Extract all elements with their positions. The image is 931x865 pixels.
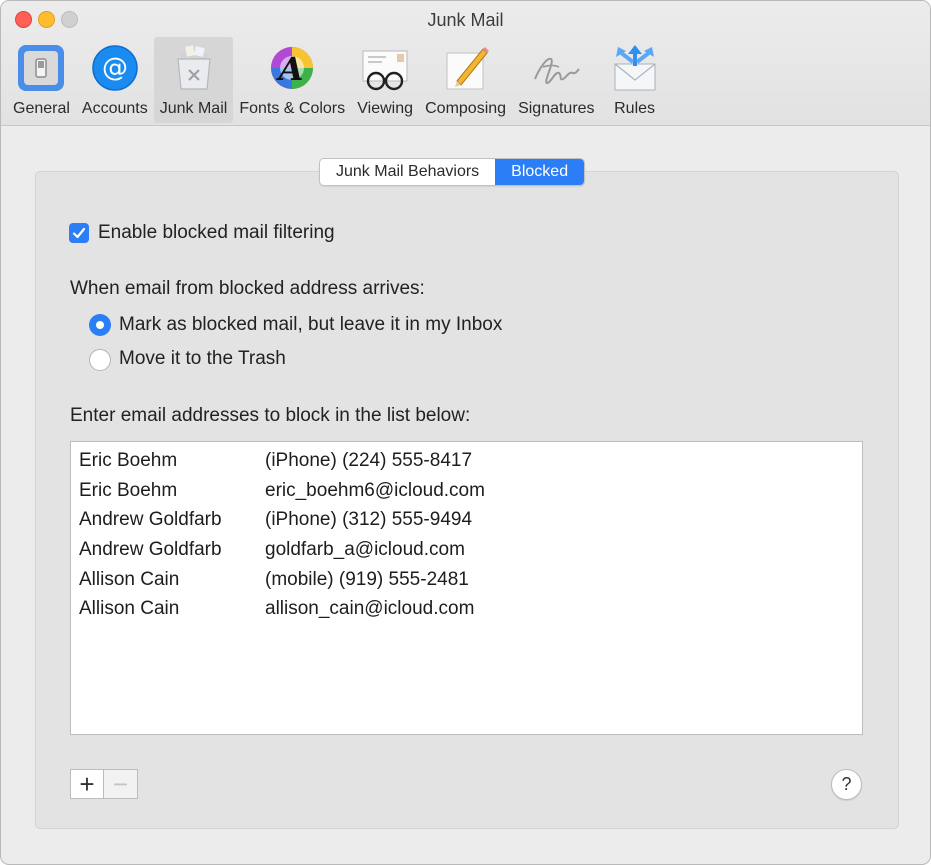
toolbar-label: Composing (425, 100, 507, 117)
entry-name: Andrew Goldfarb (79, 539, 222, 560)
svg-text:A: A (276, 50, 304, 88)
preferences-toolbar: General @ Accounts Junk Mail A Fonts & C… (7, 37, 669, 123)
radio-mark-as-blocked[interactable] (89, 314, 111, 336)
color-wheel-font-icon: A (264, 41, 320, 95)
toolbar-label: Accounts (81, 100, 148, 117)
tab-junk-mail-behaviors[interactable]: Junk Mail Behaviors (320, 159, 495, 185)
signature-icon (528, 41, 584, 95)
radio-mark-as-blocked-label[interactable]: Mark as blocked mail, but leave it in my… (119, 314, 502, 336)
toolbar-item-signatures[interactable]: Signatures (512, 37, 601, 123)
envelope-glasses-icon (357, 41, 413, 95)
entry-address: goldfarb_a@icloud.com (265, 539, 465, 560)
entry-address: (mobile) (919) 555-2481 (265, 569, 469, 590)
general-switch-icon (13, 41, 69, 95)
toolbar-item-junk-mail[interactable]: Junk Mail (153, 37, 234, 123)
entry-name: Allison Cain (79, 598, 180, 619)
entry-address: eric_boehm6@icloud.com (265, 480, 485, 501)
toolbar-item-general[interactable]: General (7, 37, 76, 123)
toolbar-label: Rules (614, 100, 656, 117)
toolbar-item-composing[interactable]: Composing (419, 37, 512, 123)
checkmark-icon (72, 227, 86, 239)
remove-address-button[interactable]: − (104, 769, 138, 799)
toolbar-label: Viewing (357, 100, 413, 117)
enable-blocked-filtering-checkbox[interactable] (69, 223, 89, 243)
entry-name: Andrew Goldfarb (79, 509, 222, 530)
toolbar-item-viewing[interactable]: Viewing (351, 37, 419, 123)
toolbar-label: Fonts & Colors (239, 100, 346, 117)
blocked-addresses-list[interactable]: Eric Boehm (iPhone) (224) 555-8417 Eric … (70, 441, 863, 735)
preferences-window: Junk Mail General @ Accounts Junk Mail A… (0, 0, 931, 865)
toolbar-label: Junk Mail (159, 100, 228, 117)
entry-name: Eric Boehm (79, 480, 178, 501)
toolbar-item-rules[interactable]: Rules (601, 37, 669, 123)
radio-move-to-trash-label[interactable]: Move it to the Trash (119, 348, 286, 370)
junk-bin-icon (166, 41, 222, 95)
envelope-arrows-icon (607, 41, 663, 95)
tab-segmented-control: Junk Mail Behaviors Blocked (319, 158, 586, 186)
radio-move-to-trash[interactable] (89, 349, 111, 371)
toolbar-label: Signatures (518, 100, 595, 117)
entry-address: allison_cain@icloud.com (265, 598, 475, 619)
entry-name: Eric Boehm (79, 450, 178, 471)
toolbar-label: General (13, 100, 70, 117)
pencil-paper-icon (438, 41, 494, 95)
entry-address: (iPhone) (224) 555-8417 (265, 450, 473, 471)
entry-address: (iPhone) (312) 555-9494 (265, 509, 473, 530)
help-button[interactable]: ? (831, 769, 862, 800)
titlebar: Junk Mail General @ Accounts Junk Mail A… (1, 1, 930, 126)
entry-name: Allison Cain (79, 569, 180, 590)
toolbar-item-fonts-colors[interactable]: A Fonts & Colors (233, 37, 351, 123)
svg-text:@: @ (102, 53, 128, 83)
at-sign-icon: @ (87, 41, 143, 95)
arrival-heading: When email from blocked address arrives: (70, 278, 425, 299)
enable-blocked-filtering-label[interactable]: Enable blocked mail filtering (98, 222, 335, 244)
block-list-heading: Enter email addresses to block in the li… (70, 405, 471, 426)
add-address-button[interactable]: + (70, 769, 104, 799)
window-title: Junk Mail (427, 10, 504, 30)
toolbar-item-accounts[interactable]: @ Accounts (76, 37, 154, 123)
tab-blocked[interactable]: Blocked (495, 159, 585, 185)
